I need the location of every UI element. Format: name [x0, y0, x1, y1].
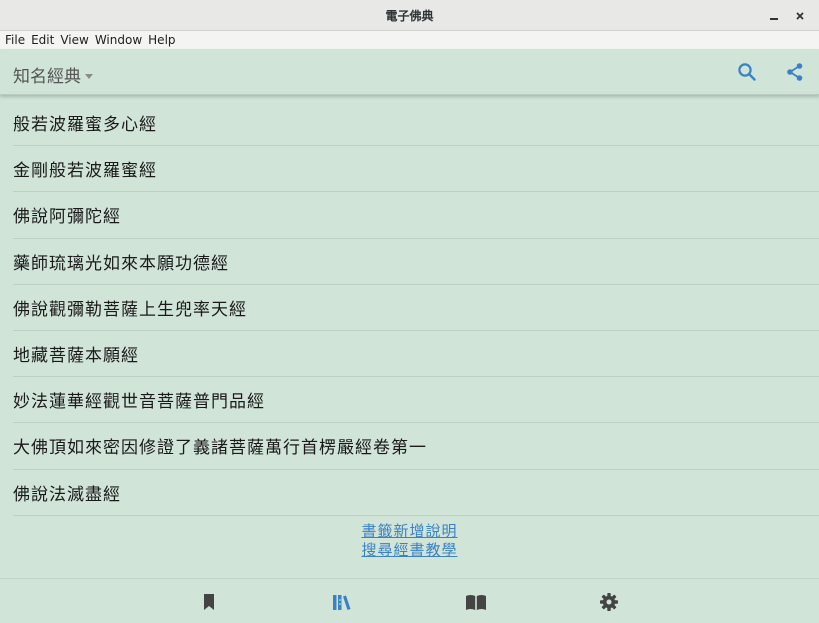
nav-library-button[interactable]: [330, 591, 354, 613]
nav-bookmarks-button[interactable]: [197, 591, 221, 613]
menu-edit[interactable]: Edit: [31, 31, 54, 49]
gear-icon: [600, 593, 618, 611]
list-item[interactable]: 佛說觀彌勒菩薩上生兜率天經: [13, 285, 819, 331]
minimize-icon: [770, 17, 778, 20]
list-item[interactable]: 妙法蓮華經觀世音菩薩普門品經: [13, 377, 819, 424]
search-button[interactable]: [736, 61, 758, 83]
sutra-title: 大佛頂如來密因修證了義諸菩薩萬行首楞嚴經卷第一: [13, 438, 427, 459]
sutra-list: 般若波羅蜜多心經 金剛般若波羅蜜經 佛說阿彌陀經 藥師琉璃光如來本願功德經 佛說…: [0, 100, 819, 516]
sutra-title: 金剛般若波羅蜜經: [13, 161, 157, 182]
menu-view[interactable]: View: [60, 31, 88, 49]
bookmark-help-link[interactable]: 書籤新增說明: [361, 522, 457, 541]
list-item[interactable]: 藥師琉璃光如來本願功德經: [13, 239, 819, 285]
share-button[interactable]: [784, 61, 806, 83]
list-item[interactable]: 般若波羅蜜多心經: [13, 100, 819, 147]
sutra-title: 藥師琉璃光如來本願功德經: [13, 253, 229, 274]
nav-settings-button[interactable]: [597, 591, 621, 613]
close-button[interactable]: [787, 3, 813, 29]
menubar: File Edit View Window Help: [0, 31, 819, 49]
bookmark-icon: [204, 594, 214, 610]
window-controls: [761, 0, 813, 31]
category-label: 知名經典: [13, 67, 81, 87]
list-item[interactable]: 佛說法滅盡經: [13, 470, 819, 516]
nav-reader-button[interactable]: [464, 591, 488, 613]
sutra-title: 地藏菩薩本願經: [13, 346, 139, 367]
open-book-icon: [466, 595, 486, 610]
sutra-title: 妙法蓮華經觀世音菩薩普門品經: [13, 392, 265, 413]
list-item[interactable]: 金剛般若波羅蜜經: [13, 146, 819, 193]
bottom-navigation: [0, 578, 819, 623]
search-icon: [738, 63, 756, 81]
menu-help[interactable]: Help: [148, 31, 175, 49]
share-icon: [787, 63, 803, 81]
app-toolbar: 知名經典: [0, 49, 819, 95]
list-item[interactable]: 大佛頂如來密因修證了義諸菩薩萬行首楞嚴經卷第一: [13, 423, 819, 470]
sutra-title: 般若波羅蜜多心經: [13, 115, 157, 136]
minimize-button[interactable]: [761, 3, 787, 29]
sutra-title: 佛說阿彌陀經: [13, 207, 121, 228]
window-titlebar: 電子佛典: [0, 0, 819, 31]
library-icon: [333, 595, 351, 610]
help-links: 書籤新增說明 搜尋經書教學: [0, 522, 819, 560]
sutra-title: 佛說法滅盡經: [13, 484, 121, 505]
list-item[interactable]: 地藏菩薩本願經: [13, 331, 819, 378]
category-dropdown[interactable]: 知名經典: [13, 62, 93, 87]
menu-window[interactable]: Window: [95, 31, 142, 49]
caret-down-icon: [85, 73, 93, 79]
close-icon: [796, 11, 804, 20]
sutra-title: 佛說觀彌勒菩薩上生兜率天經: [13, 299, 247, 320]
search-tutorial-link[interactable]: 搜尋經書教學: [361, 541, 457, 560]
window-title: 電子佛典: [385, 8, 434, 23]
menu-file[interactable]: File: [5, 31, 25, 49]
list-item[interactable]: 佛說阿彌陀經: [13, 192, 819, 239]
